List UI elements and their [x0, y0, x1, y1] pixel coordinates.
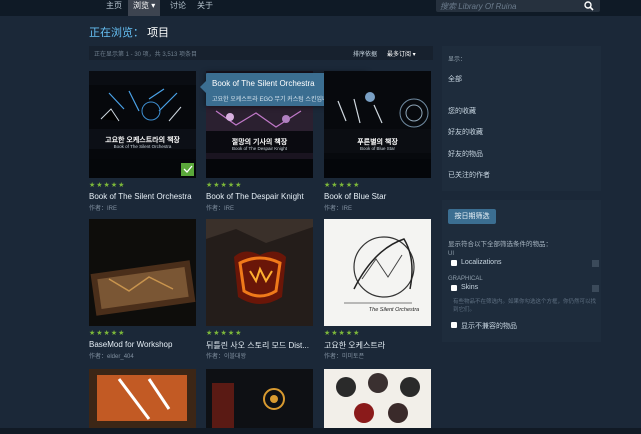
results-bar: 正在显示第 1 - 30 项，共 3,513 项条目 排序依据 最多订阅 ▾ — [89, 46, 433, 60]
thumbnail-art — [212, 383, 285, 428]
horizontal-scrollbar[interactable] — [0, 428, 641, 434]
thumbnail-title-en: Book of The Despair Knight — [232, 146, 287, 151]
thumbnail-title-en: The Silent Orchestra — [368, 307, 420, 313]
item-thumbnail[interactable] — [206, 369, 313, 428]
item-title[interactable]: BaseMod for Workshop — [89, 340, 197, 349]
filter-description: 显示符合以下全部筛选条件的物品： — [448, 241, 552, 248]
tag-group-graphical: GRAPHICAL — [448, 276, 483, 282]
tab-browse[interactable]: 浏览 ▾ — [128, 0, 161, 16]
author-name[interactable]: elder_404 — [107, 354, 134, 360]
workshop-item[interactable]: The Silent Orchestra — [324, 219, 431, 326]
author-label: 作者： — [89, 206, 108, 212]
show-your-favorites-link[interactable]: 您的收藏 — [448, 106, 476, 116]
top-nav: 主页 浏览 ▾ 讨论 关于 — [0, 0, 641, 16]
thumbnail-title-en: Book of Blue Star — [359, 146, 396, 151]
tag-label: Skins — [461, 284, 479, 291]
tag-filter-panel: 按日期筛选 显示符合以下全部筛选条件的物品： UI Localizations … — [442, 200, 601, 342]
author-name[interactable]: IRE — [224, 206, 234, 212]
item-author: 作者：이블대왕 — [206, 351, 246, 360]
results-count: 正在显示第 1 - 30 项，共 3,513 项条目 — [94, 52, 198, 58]
item-thumbnail[interactable]: 고요한 오케스트라의 책장 Book of The Silent Orchest… — [89, 71, 196, 178]
author-name[interactable]: 미미토픈 — [342, 354, 364, 360]
show-friends-favorites-link[interactable]: 好友的收藏 — [448, 127, 483, 137]
workshop-item[interactable] — [206, 219, 313, 326]
filter-by-date-button[interactable]: 按日期筛选 — [448, 209, 496, 224]
thumbnail-title-en: Book of The Silent Orchestra — [113, 144, 172, 149]
search-input[interactable] — [440, 0, 578, 12]
item-author: 作者：elder_404 — [89, 351, 134, 360]
page-title-prefix: 正在浏览： — [89, 27, 144, 39]
checkbox[interactable] — [451, 260, 457, 266]
show-friends-items-link[interactable]: 好友的物品 — [448, 149, 483, 159]
tag-exclude-toggle[interactable] — [592, 260, 599, 267]
tab-about[interactable]: 关于 — [197, 0, 213, 14]
checkbox[interactable] — [451, 285, 457, 291]
rating-stars: ★★★★★ — [206, 330, 243, 337]
search-icon[interactable] — [584, 1, 594, 11]
author-label: 作者： — [206, 206, 225, 212]
tab-home[interactable]: 主页 — [106, 0, 122, 14]
author-name[interactable]: IRE — [107, 206, 117, 212]
item-title[interactable]: 고요한 오케스트라 — [324, 340, 432, 351]
item-author: 作者：IRE — [324, 203, 352, 212]
author-label: 作者： — [324, 206, 343, 212]
item-thumbnail[interactable]: The Silent Orchestra — [324, 219, 431, 326]
thumbnail-art — [89, 71, 196, 178]
item-author: 作者：IRE — [206, 203, 234, 212]
rating-stars: ★★★★★ — [206, 182, 243, 189]
rating-stars: ★★★★★ — [89, 182, 126, 189]
thumbnail-art — [324, 92, 431, 178]
show-followed-authors-link[interactable]: 已关注的作者 — [448, 170, 490, 180]
item-thumbnail[interactable] — [206, 219, 313, 326]
incompatible-note: 有些物品不在筛选内。如果你勾选这个方框，你仍然可以找到它们。 — [453, 299, 597, 313]
sort-dropdown[interactable]: 最多订阅 ▾ — [387, 49, 416, 58]
show-label: 显示： — [448, 57, 467, 63]
item-title[interactable]: Book of The Despair Knight — [206, 192, 314, 201]
tag-label: Localizations — [461, 259, 502, 266]
item-thumbnail[interactable]: 푸른별의 책장 Book of Blue Star — [324, 71, 431, 178]
option-label: 显示不兼容的物品 — [461, 323, 517, 330]
rating-stars: ★★★★★ — [89, 330, 126, 337]
tag-exclude-toggle[interactable] — [592, 285, 599, 292]
item-author: 作者：미미토픈 — [324, 351, 364, 360]
show-filter-panel: 显示： 全部 您的收藏 好友的收藏 好友的物品 已关注的作者 — [442, 46, 601, 191]
item-title[interactable]: 뒤틀린 사오 스토리 모드 Dist... — [206, 340, 314, 351]
tooltip-description: 고요한 오케스트라 EGO 무기 커스텀 스킨입니다! — [212, 97, 335, 103]
thumbnail-art — [89, 369, 196, 428]
item-thumbnail[interactable] — [324, 369, 431, 428]
workshop-item[interactable] — [89, 219, 196, 326]
tooltip-title: Book of The Silent Orchestra — [212, 79, 315, 88]
item-author: 作者：IRE — [89, 203, 117, 212]
author-label: 作者： — [206, 354, 225, 360]
author-name[interactable]: 이블대왕 — [224, 354, 246, 360]
rating-stars: ★★★★★ — [324, 182, 361, 189]
show-all-link[interactable]: 全部 — [448, 74, 462, 84]
search-box — [436, 0, 600, 12]
item-thumbnail[interactable] — [89, 369, 196, 428]
rating-stars: ★★★★★ — [324, 330, 361, 337]
tag-group-ui: UI — [448, 251, 454, 257]
item-thumbnail[interactable] — [89, 219, 196, 326]
tab-discussions[interactable]: 讨论 — [170, 0, 186, 14]
sort-label: 排序依据 — [353, 52, 378, 58]
page-title: 正在浏览： 项目 — [89, 24, 169, 40]
author-label: 作者： — [89, 354, 108, 360]
workshop-item[interactable]: 고요한 오케스트라의 책장 Book of The Silent Orchest… — [89, 71, 196, 178]
thumbnail-art — [336, 373, 420, 423]
thumbnail-art — [206, 219, 313, 326]
checkbox[interactable] — [451, 322, 457, 328]
item-title[interactable]: Book of The Silent Orchestra — [89, 192, 197, 201]
author-name[interactable]: IRE — [342, 206, 352, 212]
item-title[interactable]: Book of Blue Star — [324, 192, 432, 201]
thumbnail-art — [90, 260, 196, 316]
author-label: 作者： — [324, 354, 343, 360]
workshop-item[interactable]: 푸른별의 책장 Book of Blue Star — [324, 71, 431, 178]
page-title-current: 项目 — [147, 27, 170, 39]
